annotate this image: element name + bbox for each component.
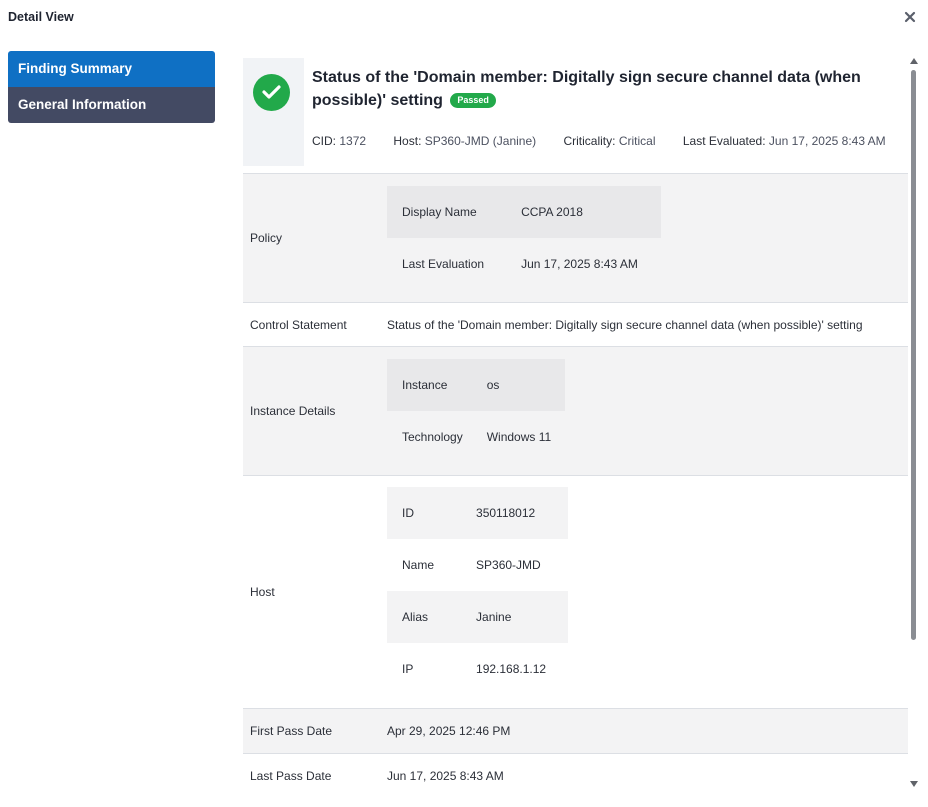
policy-display-name-key: Display Name [387,186,507,238]
table-row: ID 350118012 [387,487,569,539]
host-ip-value: 192.168.1.12 [476,662,547,676]
policy-row: Policy Display Name CCPA 2018 Last Evalu… [243,174,908,303]
table-row: Last Evaluation Jun 17, 2025 8:43 AM [387,238,661,290]
technology-key: Technology [402,430,463,444]
close-button[interactable] [904,11,918,25]
instance-details-row: Instance Details Instance os Technology … [243,347,908,476]
host-name-value: SP360-JMD [476,558,541,572]
control-statement-label: Control Statement [250,317,347,332]
finding-header: Status of the 'Domain member: Digitally … [243,58,908,166]
finding-meta: CID: 1372 Host: SP360-JMD (Janine) Criti… [312,134,908,148]
meta-criticality: Criticality: Critical [563,134,655,148]
sidebar-item-general-information[interactable]: General Information [8,87,215,123]
scroll-up-arrow-icon[interactable] [910,58,918,64]
table-row: Name SP360-JMD [387,539,568,591]
host-alias-value: Janine [456,591,569,643]
policy-table: Display Name CCPA 2018 Last Evaluation J… [387,186,661,290]
control-statement-value: Status of the 'Domain member: Digitally … [387,317,863,332]
meta-last-evaluated-label: Last Evaluated: [682,134,766,148]
finding-title-text: Status of the 'Domain member: Digitally … [312,69,861,109]
instance-table: Instance os Technology Windows 11 [387,359,566,463]
meta-cid: CID: 1372 [312,134,366,148]
first-pass-date-value: Apr 29, 2025 12:46 PM [387,724,511,738]
meta-last-evaluated: Last Evaluated: Jun 17, 2025 8:43 AM [683,134,886,148]
last-pass-date-label: Last Pass Date [250,769,332,783]
vertical-scrollbar[interactable] [908,58,920,787]
policy-display-name-value: CCPA 2018 [506,186,661,238]
table-row: IP 192.168.1.12 [387,643,568,695]
control-statement-row: Control Statement Status of the 'Domain … [243,303,908,347]
table-row: Display Name CCPA 2018 [387,186,661,238]
last-pass-date-row: Last Pass Date Jun 17, 2025 8:43 AM [243,754,908,798]
policy-last-evaluation-value: Jun 17, 2025 8:43 AM [521,257,638,271]
meta-host: Host: SP360-JMD (Janine) [393,134,536,148]
host-label: Host [250,585,275,599]
host-ip-key: IP [402,662,414,676]
dialog-title: Detail View [8,10,74,24]
meta-host-label: Host: [393,134,422,148]
detail-content: Status of the 'Domain member: Digitally … [243,58,908,807]
policy-label: Policy [250,231,283,245]
first-pass-date-row: First Pass Date Apr 29, 2025 12:46 PM [243,709,908,754]
status-panel [243,58,304,166]
meta-criticality-label: Criticality: [563,134,616,148]
status-badge: Passed [450,93,496,108]
table-row: Instance os [387,359,566,411]
meta-cid-label: CID: [312,134,336,148]
meta-cid-value: 1372 [339,134,367,148]
host-row: Host ID 350118012 Name SP360-JMD Alias J… [243,476,908,709]
host-alias-key: Alias [387,591,457,643]
table-row: Technology Windows 11 [387,411,565,463]
meta-criticality-value: Critical [618,134,656,148]
policy-value: Display Name CCPA 2018 Last Evaluation J… [387,186,661,290]
instance-details-value: Instance os Technology Windows 11 [387,359,566,463]
scroll-down-arrow-icon[interactable] [910,781,918,787]
last-pass-date-value: Jun 17, 2025 8:43 AM [387,769,504,783]
header-divider [243,166,908,174]
sidebar-item-finding-summary[interactable]: Finding Summary [8,51,215,87]
policy-last-evaluation-key: Last Evaluation [402,257,485,271]
host-id-value: 350118012 [456,487,569,539]
sidebar-nav: Finding Summary General Information [8,51,215,123]
first-pass-date-label: First Pass Date [250,724,333,738]
scrollbar-thumb[interactable] [911,70,916,640]
technology-value: Windows 11 [486,430,552,444]
finding-title: Status of the 'Domain member: Digitally … [312,66,907,112]
meta-host-value: SP360-JMD (Janine) [424,134,537,148]
host-table: ID 350118012 Name SP360-JMD Alias Janine… [387,487,569,695]
host-name-key: Name [402,558,435,572]
check-circle-icon [253,74,290,111]
meta-last-evaluated-value: Jun 17, 2025 8:43 AM [768,134,886,148]
instance-details-label: Instance Details [250,404,336,418]
close-icon [904,11,916,23]
host-id-key: ID [387,487,457,539]
instance-key: Instance [387,359,485,411]
table-row: Alias Janine [387,591,569,643]
host-value: ID 350118012 Name SP360-JMD Alias Janine… [387,487,569,695]
instance-value: os [484,359,566,411]
